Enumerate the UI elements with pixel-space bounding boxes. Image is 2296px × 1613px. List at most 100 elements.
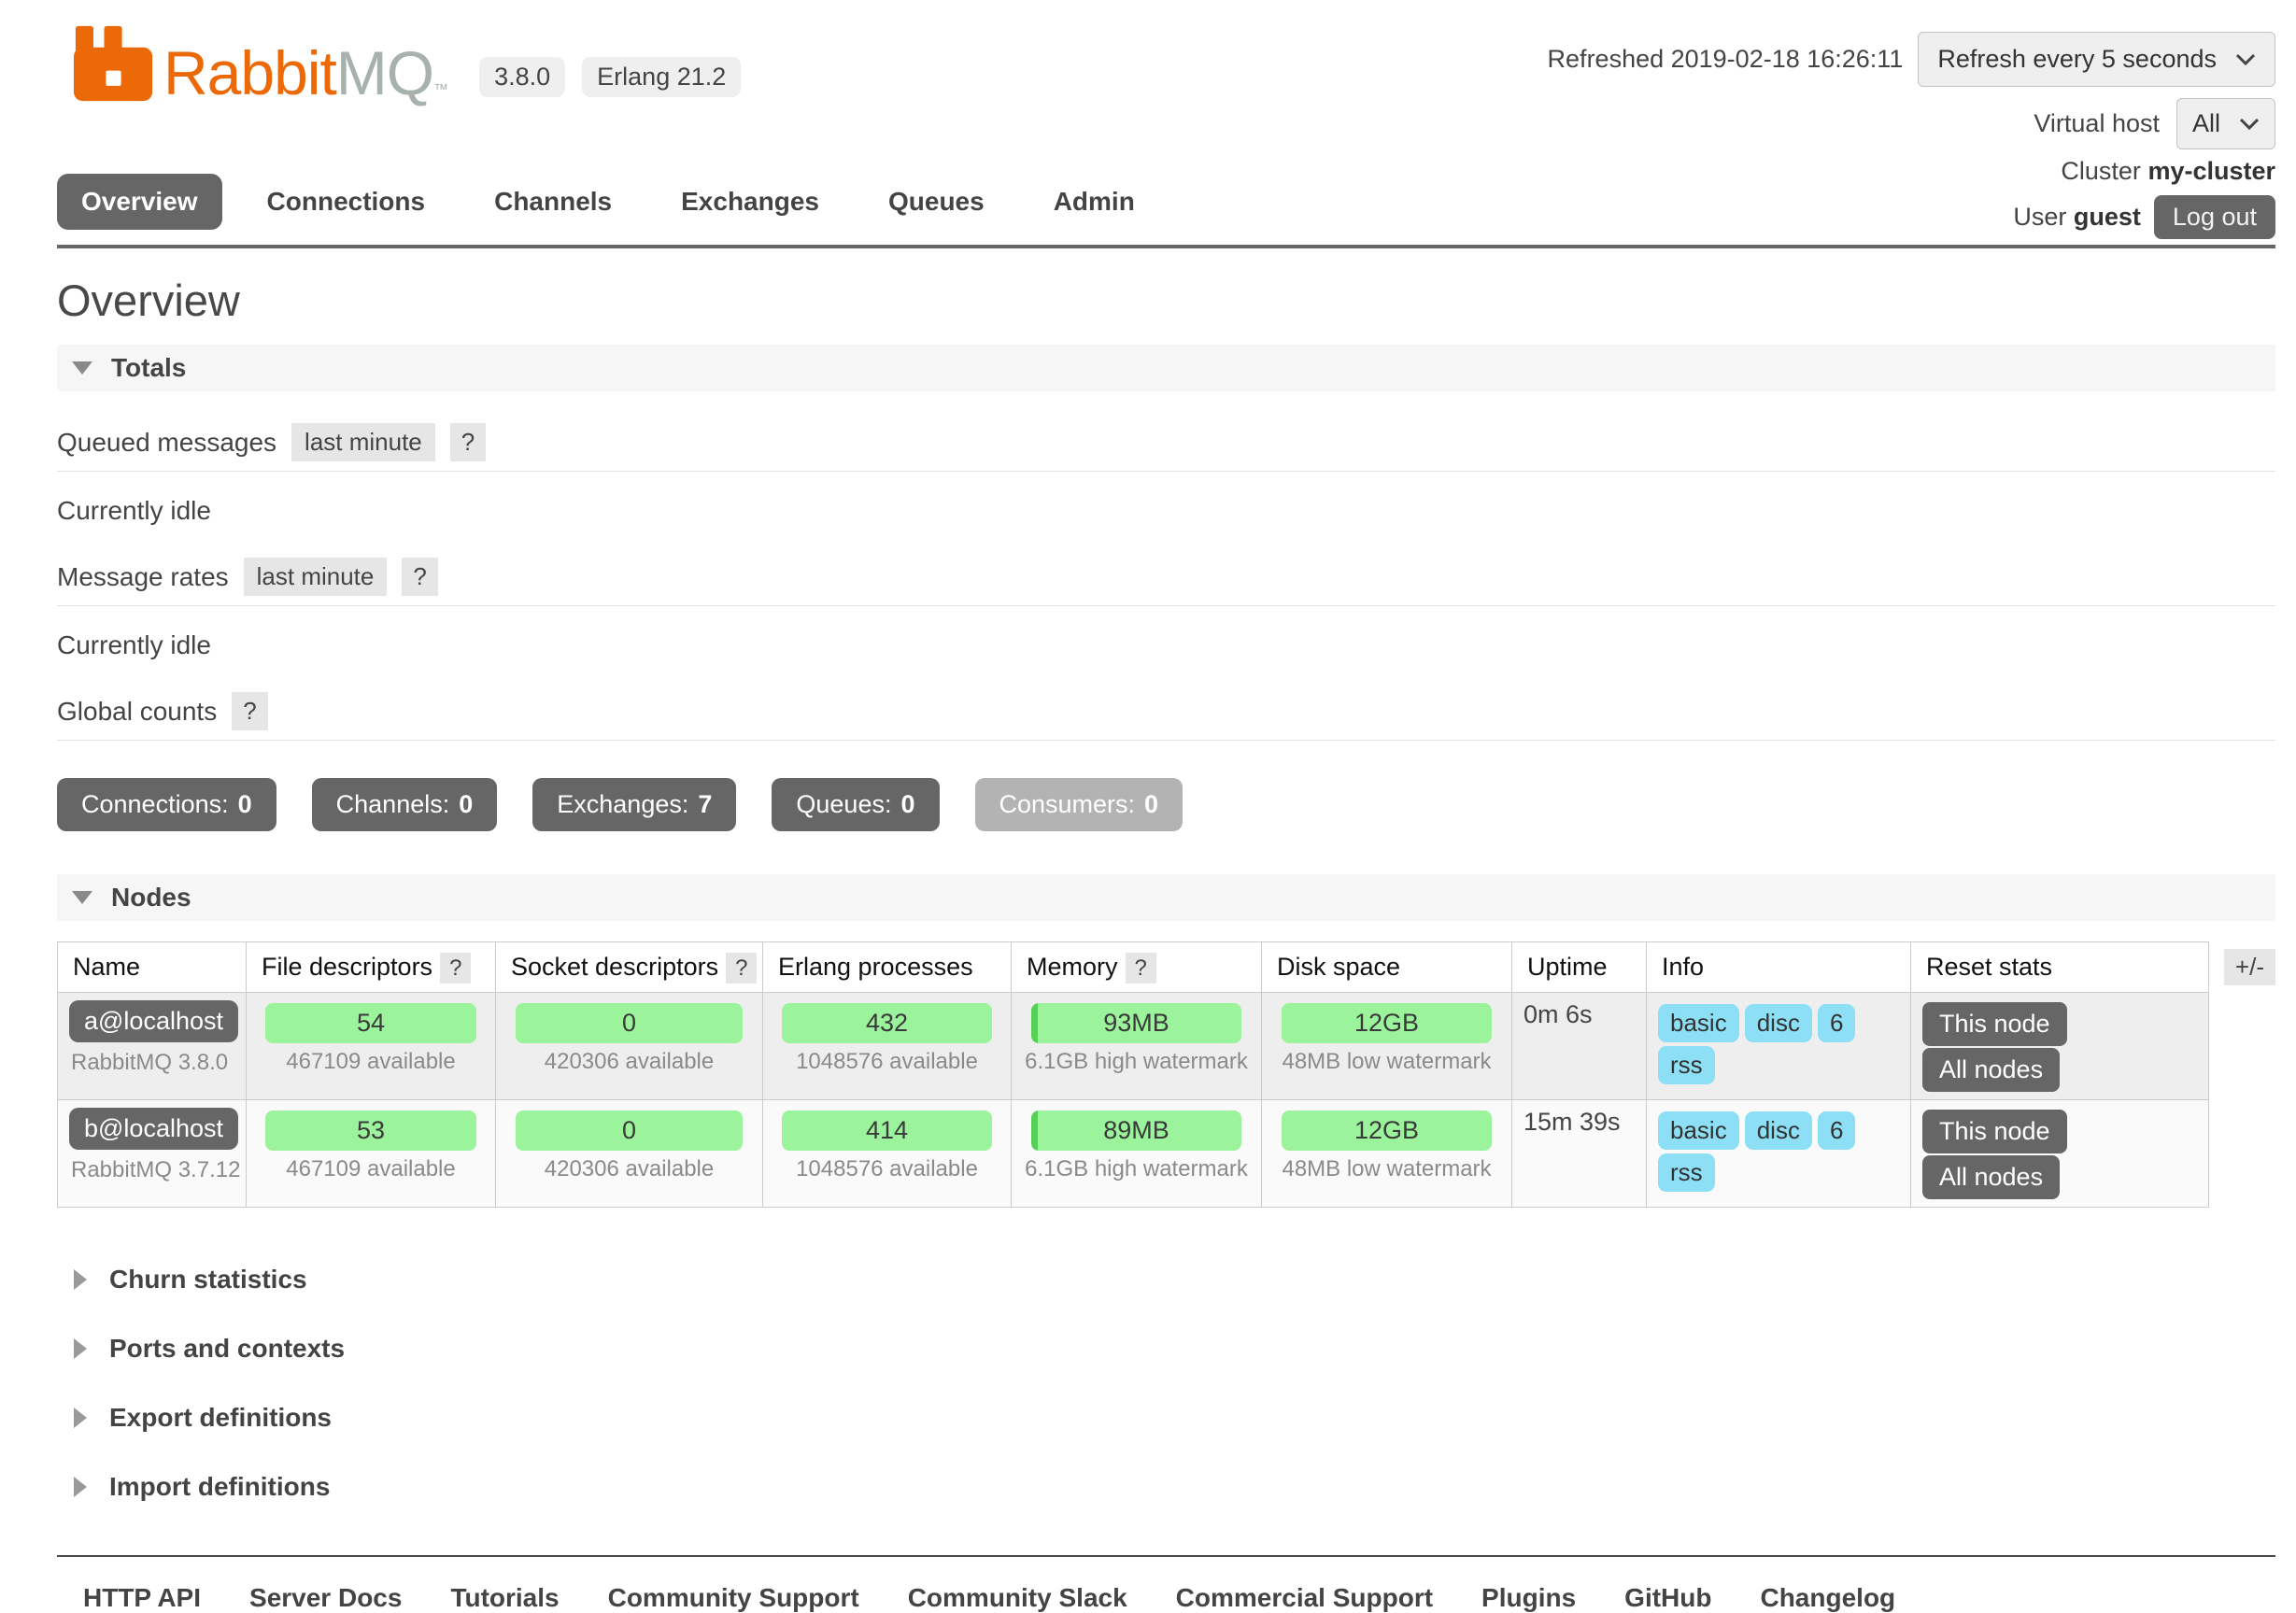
link-server-docs[interactable]: Server Docs	[249, 1583, 402, 1613]
reset-this-node-button[interactable]: This node	[1922, 1002, 2067, 1046]
reset-all-nodes-button[interactable]: All nodes	[1922, 1155, 2060, 1199]
help-icon[interactable]: ?	[232, 692, 267, 730]
node-row-a: a@localhost RabbitMQ 3.8.0 54 467109 ava…	[58, 993, 2209, 1100]
expand-arrow-icon	[74, 1408, 87, 1428]
logout-button[interactable]: Log out	[2154, 195, 2275, 239]
queues-count-button[interactable]: Queues:0	[772, 778, 939, 831]
disk-space-cell: 12GB 48MB low watermark	[1262, 993, 1512, 1100]
uptime-cell: 15m 39s	[1512, 1100, 1647, 1208]
erlang-processes-value: 432	[782, 1003, 991, 1043]
link-tutorials[interactable]: Tutorials	[450, 1583, 559, 1613]
node-name-cell: b@localhost RabbitMQ 3.7.12	[58, 1100, 247, 1208]
refreshed-timestamp: Refreshed 2019-02-18 16:26:11	[1548, 45, 1904, 74]
node-version: RabbitMQ 3.8.0	[69, 1050, 234, 1076]
footer-links: HTTP API Server Docs Tutorials Community…	[83, 1583, 2275, 1613]
link-commercial-support[interactable]: Commercial Support	[1176, 1583, 1433, 1613]
rabbitmq-logo-icon	[74, 24, 154, 103]
churn-statistics-section[interactable]: Churn statistics	[74, 1245, 2275, 1314]
expand-arrow-icon	[74, 1477, 87, 1497]
channels-count-value: 0	[459, 790, 473, 819]
message-rates-label: Message rates	[57, 562, 229, 592]
tab-overview[interactable]: Overview	[57, 174, 222, 230]
message-rates-status: Currently idle	[57, 630, 2275, 660]
link-community-slack[interactable]: Community Slack	[908, 1583, 1127, 1613]
tab-admin[interactable]: Admin	[1029, 174, 1159, 230]
refresh-interval-select[interactable]: Refresh every 5 seconds	[1918, 32, 2275, 87]
cluster-label: Cluster	[2061, 157, 2141, 185]
disk-space-watermark: 48MB low watermark	[1273, 1156, 1500, 1182]
link-changelog[interactable]: Changelog	[1760, 1583, 1895, 1613]
ports-and-contexts-section[interactable]: Ports and contexts	[74, 1314, 2275, 1383]
help-icon[interactable]: ?	[450, 423, 486, 461]
virtual-host-select[interactable]: All	[2176, 98, 2275, 149]
exchanges-count-button[interactable]: Exchanges:7	[532, 778, 736, 831]
socket-descriptors-cell: 0 420306 available	[496, 993, 763, 1100]
nodes-section-header[interactable]: Nodes	[57, 874, 2275, 921]
reset-all-nodes-button[interactable]: All nodes	[1922, 1048, 2060, 1092]
col-memory: Memory?	[1012, 942, 1262, 993]
reset-this-node-button[interactable]: This node	[1922, 1110, 2067, 1153]
tab-exchanges[interactable]: Exchanges	[657, 174, 843, 230]
info-badge-rss: rss	[1658, 1153, 1715, 1192]
chevron-down-icon	[2235, 53, 2256, 66]
import-definitions-section[interactable]: Import definitions	[74, 1452, 2275, 1521]
erlang-processes-available: 1048576 available	[774, 1049, 999, 1075]
node-name-link[interactable]: b@localhost	[69, 1108, 238, 1150]
info-badge-disc: disc	[1745, 1111, 1812, 1150]
totals-section-header[interactable]: Totals	[57, 345, 2275, 391]
rabbitmq-version-badge: 3.8.0	[479, 57, 565, 97]
chevron-down-icon	[2239, 118, 2260, 131]
help-icon[interactable]: ?	[402, 558, 437, 596]
consumers-count-button[interactable]: Consumers:0	[975, 778, 1183, 831]
memory-value: 93MB	[1031, 1003, 1242, 1043]
memory-value: 89MB	[1031, 1111, 1242, 1151]
tab-channels[interactable]: Channels	[470, 174, 636, 230]
nodes-table: Name File descriptors? Socket descriptor…	[57, 941, 2209, 1208]
last-minute-badge: last minute	[291, 423, 435, 461]
disk-space-cell: 12GB 48MB low watermark	[1262, 1100, 1512, 1208]
expand-arrow-icon	[74, 1269, 87, 1290]
connections-count-button[interactable]: Connections:0	[57, 778, 276, 831]
col-disk-space: Disk space	[1262, 942, 1512, 993]
tab-connections[interactable]: Connections	[243, 174, 450, 230]
cluster-name: my-cluster	[2147, 157, 2275, 185]
main-nav: Overview Connections Channels Exchanges …	[57, 157, 2275, 248]
info-badge-disc: disc	[1745, 1004, 1812, 1042]
export-definitions-label: Export definitions	[109, 1403, 332, 1433]
exchanges-count-value: 7	[698, 790, 712, 819]
queues-count-value: 0	[900, 790, 914, 819]
file-descriptors-available: 467109 available	[258, 1156, 484, 1182]
churn-statistics-label: Churn statistics	[109, 1265, 307, 1295]
column-toggle-button[interactable]: +/-	[2224, 949, 2275, 985]
export-definitions-section[interactable]: Export definitions	[74, 1383, 2275, 1452]
link-http-api[interactable]: HTTP API	[83, 1583, 201, 1613]
queued-messages-label: Queued messages	[57, 428, 276, 458]
channels-count-button[interactable]: Channels: 0	[312, 778, 498, 831]
memory-cell: 89MB 6.1GB high watermark	[1012, 1100, 1262, 1208]
help-icon[interactable]: ?	[440, 953, 471, 983]
node-version: RabbitMQ 3.7.12	[69, 1157, 234, 1183]
socket-descriptors-value: 0	[516, 1111, 743, 1151]
header-controls: Refreshed 2019-02-18 16:26:11 Refresh ev…	[1548, 32, 2275, 149]
uptime-cell: 0m 6s	[1512, 993, 1647, 1100]
link-github[interactable]: GitHub	[1624, 1583, 1711, 1613]
channels-count-label: Channels:	[336, 790, 450, 819]
help-icon[interactable]: ?	[726, 953, 757, 983]
cluster-info: Cluster my-cluster	[2013, 157, 2275, 186]
col-file-descriptors: File descriptors?	[247, 942, 496, 993]
nav-tabs: Overview Connections Channels Exchanges …	[57, 174, 1159, 230]
help-icon[interactable]: ?	[1126, 953, 1156, 983]
connections-count-label: Connections:	[81, 790, 229, 819]
user-name: guest	[2074, 203, 2141, 231]
tab-queues[interactable]: Queues	[864, 174, 1009, 230]
user-label-wrap: User guest	[2013, 203, 2141, 232]
collapsed-sections: Churn statistics Ports and contexts Expo…	[57, 1245, 2275, 1521]
brand-tm: ™	[433, 82, 447, 98]
erlang-version-badge: Erlang 21.2	[582, 57, 741, 97]
link-community-support[interactable]: Community Support	[608, 1583, 859, 1613]
node-name-link[interactable]: a@localhost	[69, 1000, 238, 1042]
col-socket-descriptors: Socket descriptors?	[496, 942, 763, 993]
global-counts-buttons: Connections:0 Channels:0 Exchanges:7 Que…	[57, 778, 2275, 831]
file-descriptors-value: 54	[265, 1003, 475, 1043]
link-plugins[interactable]: Plugins	[1481, 1583, 1576, 1613]
